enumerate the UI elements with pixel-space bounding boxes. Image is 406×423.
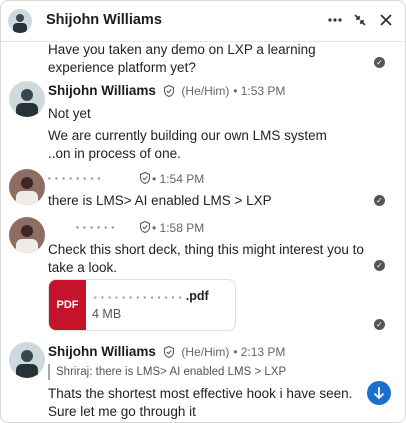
- pronouns: (He/Him): [181, 345, 230, 359]
- messaging-window: Shijohn Williams Have you taken any demo…: [0, 0, 406, 423]
- collapse-icon[interactable]: [351, 11, 369, 29]
- timestamp: 2:13 PM: [240, 345, 286, 359]
- sender-name[interactable]: Shijohn Williams: [48, 344, 156, 359]
- conversation-header: Shijohn Williams: [1, 1, 405, 42]
- message-text: Check this short deck, thing this might …: [48, 242, 364, 275]
- message-text: We are currently building our own LMS sy…: [48, 128, 327, 161]
- attachment-filename[interactable]: ▪ ▪ ▪ ▪ ▪ ▪ ▪ ▪ ▪ ▪ ▪ ▪ ▪ .pdf: [94, 289, 209, 303]
- verified-icon: [140, 221, 150, 233]
- pronouns: (He/Him): [181, 84, 230, 98]
- close-icon[interactable]: [377, 11, 395, 29]
- read-receipt-icon: ✓: [374, 195, 385, 206]
- arrow-down-icon: [373, 387, 385, 400]
- sender-name-redacted[interactable]: ▪ ▪ ▪ ▪ ▪ ▪: [76, 223, 115, 232]
- message-text: Not yet: [48, 106, 91, 121]
- sender-name-redacted[interactable]: ▪ ▪ ▪ ▪ ▪ ▪ ▪ ▪: [48, 174, 101, 183]
- pdf-attachment[interactable]: PDF ▪ ▪ ▪ ▪ ▪ ▪ ▪ ▪ ▪ ▪ ▪ ▪ ▪ .pdf 4 MB: [48, 279, 236, 331]
- timestamp: 1:53 PM: [240, 84, 286, 98]
- read-receipt-icon: ✓: [374, 260, 385, 271]
- avatar[interactable]: [9, 217, 45, 253]
- more-options-icon[interactable]: [326, 11, 344, 29]
- message-sender: Shijohn Williams (He/Him) • 2:13 PM: [48, 344, 286, 359]
- scroll-to-bottom-button[interactable]: [367, 381, 391, 405]
- conversation-title[interactable]: Shijohn Williams: [46, 12, 162, 28]
- avatar[interactable]: [9, 169, 45, 205]
- read-receipt-icon: ✓: [374, 319, 385, 330]
- attachment-size: 4 MB: [92, 307, 122, 321]
- timestamp: 1:58 PM: [159, 221, 205, 235]
- quoted-reply[interactable]: Shriraj: there is LMS> AI enabled LMS > …: [48, 364, 286, 380]
- timestamp: 1:54 PM: [159, 172, 205, 186]
- verified-icon: [140, 172, 150, 184]
- message-sender: Shijohn Williams (He/Him) • 1:53 PM: [48, 83, 286, 98]
- verified-icon: [163, 85, 174, 97]
- verified-icon: [163, 346, 174, 358]
- pdf-file-icon: PDF: [49, 280, 86, 330]
- message-text: Thats the shortest most effective hook i…: [48, 386, 353, 419]
- message-text: Have you taken any demo on LXP a learnin…: [48, 42, 316, 75]
- avatar[interactable]: [9, 342, 45, 378]
- avatar[interactable]: [9, 81, 45, 117]
- avatar[interactable]: [8, 9, 32, 33]
- read-receipt-icon: ✓: [374, 57, 385, 68]
- sender-name[interactable]: Shijohn Williams: [48, 83, 156, 98]
- message-text: there is LMS> AI enabled LMS > LXP: [48, 193, 272, 208]
